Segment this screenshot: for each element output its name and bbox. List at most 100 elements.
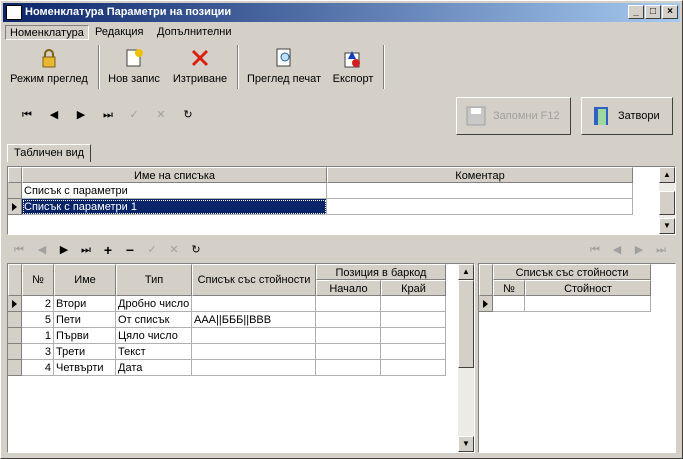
row-indicator <box>479 296 493 312</box>
col-list-name[interactable]: Име на списъка <box>22 167 327 183</box>
values-grid[interactable]: Списък със стойности № Стойност <box>478 263 676 453</box>
toolbar-separator <box>237 45 239 89</box>
param-no[interactable]: 1 <box>22 328 54 344</box>
col-value-no[interactable]: № <box>493 280 525 296</box>
print-preview-button[interactable]: Преглед печат <box>243 45 325 89</box>
param-end[interactable] <box>381 328 446 344</box>
params-scrollbar[interactable]: ▲ ▼ <box>458 264 474 452</box>
param-type[interactable]: От списък <box>116 312 192 328</box>
param-name[interactable]: Четвърти <box>54 360 116 376</box>
col-type[interactable]: Тип <box>116 264 192 296</box>
list-row-comment[interactable] <box>327 183 633 199</box>
lists-grid[interactable]: Име на списъка Коментар Списък с парамет… <box>7 166 676 235</box>
value-no-cell[interactable] <box>493 296 525 312</box>
scroll-up-icon[interactable]: ▲ <box>659 167 675 183</box>
main-window: Номенклатура Параметри на позиции _ □ × … <box>0 0 683 459</box>
param-no[interactable]: 3 <box>22 344 54 360</box>
param-end[interactable] <box>381 360 446 376</box>
param-type[interactable]: Цяло число <box>116 328 192 344</box>
col-values[interactable]: Списък със стойности <box>192 264 316 296</box>
scroll-thumb[interactable] <box>458 280 474 368</box>
tab-table-view[interactable]: Табличен вид <box>7 144 92 162</box>
refresh-icon[interactable]: ↻ <box>187 242 205 258</box>
param-name[interactable]: Първи <box>54 328 116 344</box>
menu-edit[interactable]: Редакция <box>91 25 147 40</box>
col-value[interactable]: Стойност <box>525 280 651 296</box>
next-record-icon: ▶ <box>634 244 644 256</box>
col-barcode-position[interactable]: Позиция в баркод <box>316 264 446 280</box>
scroll-thumb[interactable] <box>659 191 675 215</box>
door-icon <box>594 107 608 125</box>
scroll-up-icon[interactable]: ▲ <box>458 264 474 280</box>
param-no[interactable]: 5 <box>22 312 54 328</box>
col-start[interactable]: Начало <box>316 280 381 296</box>
param-start[interactable] <box>316 312 381 328</box>
next-record-icon[interactable]: ▶ <box>72 107 90 123</box>
last-record-icon[interactable]: ⏭ <box>99 107 117 123</box>
param-end[interactable] <box>381 344 446 360</box>
delete-x-icon <box>191 49 209 67</box>
param-end[interactable] <box>381 296 446 312</box>
list-row-name[interactable]: Списък с параметри <box>22 183 327 199</box>
remove-icon[interactable]: − <box>121 242 139 258</box>
new-record-button[interactable]: Нов запис <box>103 45 165 89</box>
scroll-down-icon[interactable]: ▼ <box>458 436 474 452</box>
param-name[interactable]: Втори <box>54 296 116 312</box>
window-title: Номенклатура Параметри на позиции <box>25 6 232 18</box>
new-document-icon <box>126 49 143 67</box>
first-record-icon[interactable]: ⏮ <box>18 107 36 123</box>
list-row-comment[interactable] <box>327 199 633 215</box>
floppy-icon <box>466 106 486 126</box>
maximize-button[interactable]: □ <box>645 5 661 19</box>
param-name[interactable]: Пети <box>54 312 116 328</box>
col-name[interactable]: Име <box>54 264 116 296</box>
menu-nomenclature[interactable]: Номенклатура <box>5 25 89 40</box>
close-window-button[interactable]: × <box>662 5 678 19</box>
param-type[interactable]: Дробно число <box>116 296 192 312</box>
param-start[interactable] <box>316 344 381 360</box>
view-mode-button[interactable]: Режим преглед <box>5 45 93 89</box>
param-values[interactable] <box>192 296 316 312</box>
col-comment[interactable]: Коментар <box>327 167 633 183</box>
toolbar-separator <box>383 45 385 89</box>
last-record-icon[interactable]: ⏭ <box>77 242 95 258</box>
save-button: Запомни F12 <box>456 97 571 135</box>
row-indicator <box>8 199 22 215</box>
param-name[interactable]: Трети <box>54 344 116 360</box>
list-row-name[interactable]: Списък с параметри 1 <box>22 199 327 215</box>
param-start[interactable] <box>316 328 381 344</box>
app-icon <box>6 5 22 20</box>
params-grid[interactable]: № Име Тип Списък със стойности Позиция в… <box>7 263 475 453</box>
menu-additional[interactable]: Допълнителни <box>153 25 235 40</box>
title-bar: Номенклатура Параметри на позиции _ □ × <box>3 3 680 22</box>
param-type[interactable]: Дата <box>116 360 192 376</box>
lock-icon <box>42 49 56 68</box>
last-record-icon: ⏭ <box>656 244 666 256</box>
param-values[interactable] <box>192 328 316 344</box>
export-button[interactable]: Експорт <box>327 45 379 89</box>
param-values[interactable] <box>192 360 316 376</box>
param-end[interactable] <box>381 312 446 328</box>
scroll-down-icon[interactable]: ▼ <box>659 218 675 234</box>
minimize-button[interactable]: _ <box>628 5 644 19</box>
next-record-icon[interactable]: ▶ <box>55 242 73 258</box>
col-no[interactable]: № <box>22 264 54 296</box>
param-start[interactable] <box>316 296 381 312</box>
col-end[interactable]: Край <box>381 280 446 296</box>
close-button[interactable]: Затвори <box>581 97 673 135</box>
add-icon[interactable]: + <box>99 242 117 258</box>
row-indicator <box>8 296 22 312</box>
lists-scrollbar[interactable]: ▲ ▼ <box>659 167 675 234</box>
param-values[interactable]: ААА||БББ||ВВВ <box>192 312 316 328</box>
param-values[interactable] <box>192 344 316 360</box>
prior-record-icon[interactable]: ◀ <box>45 107 63 123</box>
value-cell[interactable] <box>525 296 651 312</box>
refresh-icon[interactable]: ↻ <box>179 107 197 123</box>
delete-button[interactable]: Изтриване <box>169 45 231 89</box>
param-type[interactable]: Текст <box>116 344 192 360</box>
param-no[interactable]: 4 <box>22 360 54 376</box>
param-start[interactable] <box>316 360 381 376</box>
magnifier-document-icon <box>276 48 291 67</box>
param-no[interactable]: 2 <box>22 296 54 312</box>
prior-record-icon: ◀ <box>612 244 622 256</box>
